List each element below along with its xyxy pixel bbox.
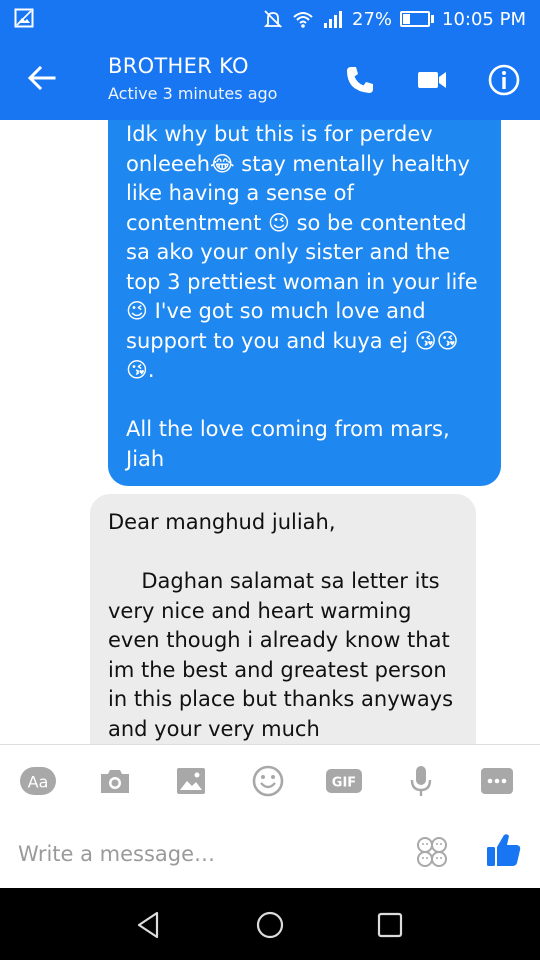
status-time: 10:05 PM: [442, 8, 526, 30]
gallery-notification-icon: [14, 8, 34, 28]
signal-icon: [324, 11, 342, 28]
message-list[interactable]: Idk why but this is for perdev onleeeh😂 …: [0, 120, 540, 744]
text-format-icon[interactable]: Aa: [20, 763, 56, 799]
message-input[interactable]: [18, 836, 398, 872]
gif-icon[interactable]: GIF: [326, 763, 362, 799]
status-bar: 27% 10:05 PM: [0, 0, 540, 38]
mute-icon: [263, 10, 283, 28]
info-icon[interactable]: [486, 62, 522, 98]
nav-back-icon[interactable]: [132, 908, 166, 942]
video-camera-icon[interactable]: [414, 62, 450, 98]
wifi-icon: [293, 12, 313, 28]
chat-header: BROTHER KO Active 3 minutes ago: [0, 38, 540, 120]
incoming-message-bubble[interactable]: Dear manghud juliah, Daghan salamat sa l…: [90, 494, 476, 744]
camera-icon[interactable]: [97, 763, 133, 799]
gif-label: GIF: [332, 776, 356, 791]
stickers-icon[interactable]: [414, 834, 450, 870]
more-options-icon[interactable]: [479, 763, 515, 799]
contact-info[interactable]: BROTHER KO Active 3 minutes ago: [108, 54, 277, 103]
phone-icon[interactable]: [342, 62, 378, 98]
nav-home-icon[interactable]: [253, 908, 287, 942]
contact-status: Active 3 minutes ago: [108, 84, 278, 103]
battery-icon: [400, 11, 435, 27]
microphone-icon[interactable]: [403, 763, 439, 799]
gallery-icon[interactable]: [173, 763, 209, 799]
battery-fill: [403, 14, 411, 24]
composer: [0, 816, 540, 888]
system-nav-bar: [0, 888, 540, 960]
emoji-icon[interactable]: [250, 763, 286, 799]
contact-name: BROTHER KO: [108, 54, 249, 78]
back-arrow-icon[interactable]: [24, 60, 60, 96]
text-format-label: Aa: [28, 773, 49, 792]
composer-actions: Aa GIF: [0, 744, 540, 816]
thumbs-up-icon[interactable]: [484, 830, 524, 870]
outgoing-message-bubble[interactable]: Idk why but this is for perdev onleeeh😂 …: [108, 120, 501, 486]
battery-percent: 27%: [352, 8, 393, 30]
nav-recent-apps-icon[interactable]: [373, 908, 407, 942]
